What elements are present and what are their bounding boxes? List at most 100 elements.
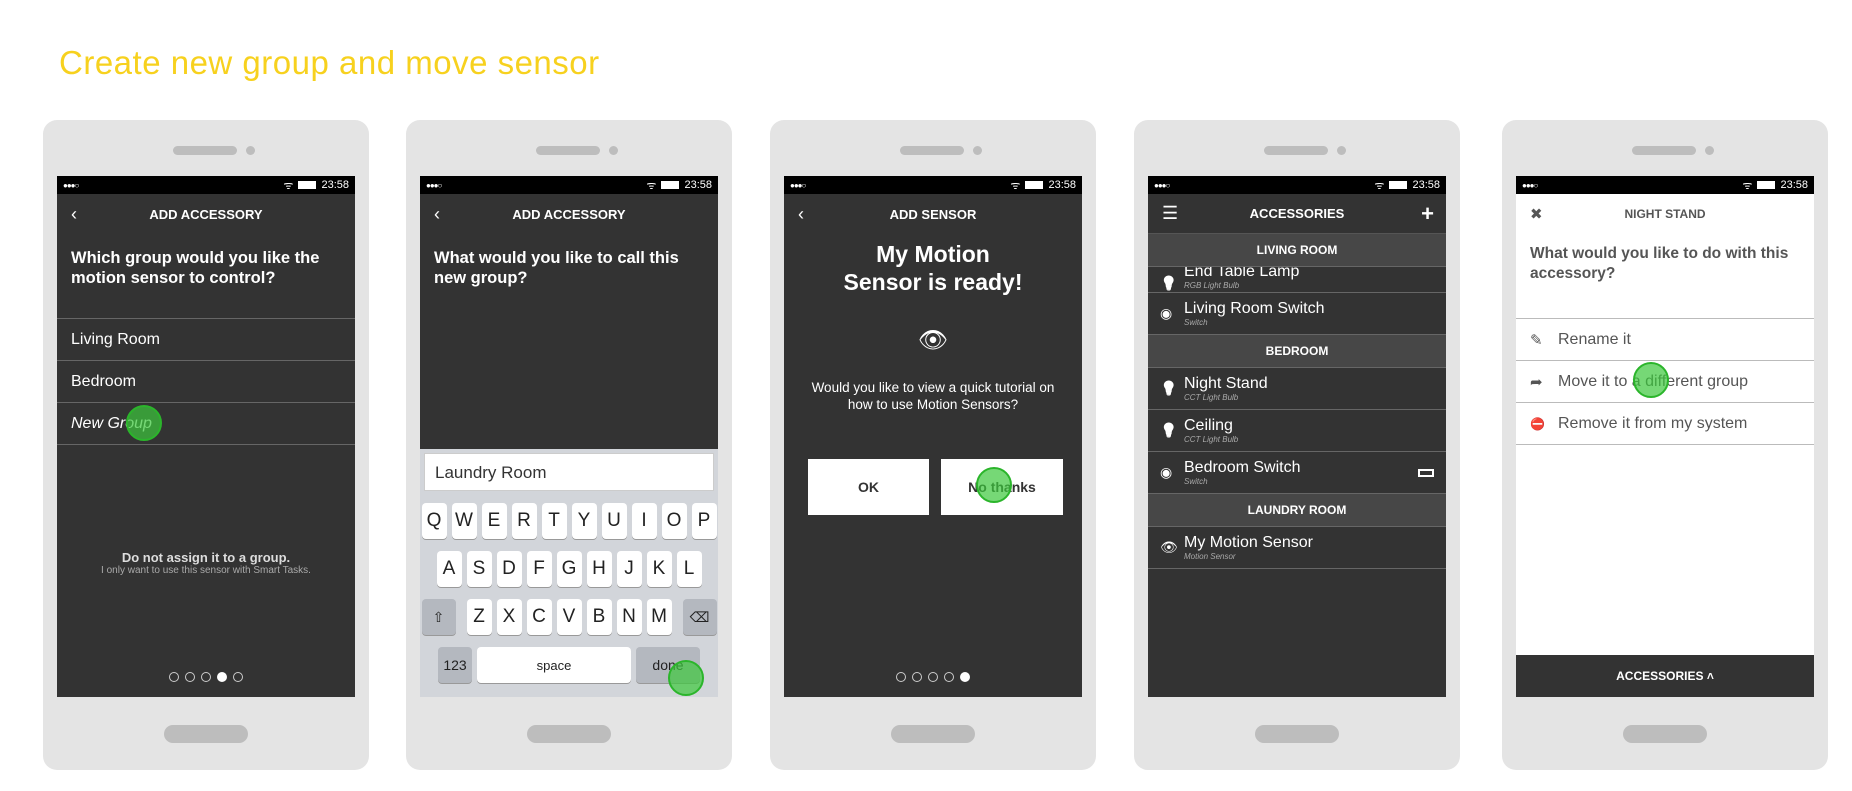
back-icon[interactable]: ‹ <box>71 204 77 225</box>
key[interactable]: U <box>601 503 627 539</box>
add-icon[interactable]: + <box>1421 201 1434 227</box>
rename-option[interactable]: ✎ Rename it <box>1516 319 1814 361</box>
accessory-row[interactable]: ◉ Bedroom Switch Switch <box>1148 452 1446 494</box>
group-name-input[interactable]: Laundry Room <box>424 453 714 491</box>
accessory-list: LIVING ROOM 💡 End Table Lamp RGB Light Bulb… <box>1148 234 1446 569</box>
accessories-footer-button[interactable]: ACCESSORIES ˄ <box>1516 655 1814 697</box>
eye-icon: 👁 <box>1160 539 1178 555</box>
battery-icon <box>298 181 317 189</box>
battery-icon <box>1389 181 1408 189</box>
group-header: LAUNDRY ROOM <box>1148 494 1446 527</box>
option-living-room[interactable]: Living Room <box>57 319 355 361</box>
key[interactable]: K <box>646 551 672 587</box>
menu-icon[interactable]: ☰ <box>1162 203 1178 224</box>
option-new-group[interactable]: New Group <box>57 403 355 445</box>
no-group-title: Do not assign it to a group. <box>121 550 291 565</box>
wifi-icon: ᯤ <box>646 179 657 192</box>
accessory-row[interactable]: 💡 End Table Lamp RGB Light Bulb <box>1148 267 1446 293</box>
clock: 23:58 <box>1780 179 1808 191</box>
switch-icon: ◉ <box>1160 464 1173 480</box>
space-key[interactable]: space <box>477 647 631 683</box>
keyboard: Laundry Room QWERTYUIOP ASDFGHJKL ⇧ Z X C V B… <box>420 449 718 697</box>
header-title: ADD SENSOR <box>889 206 977 222</box>
ok-button[interactable]: OK <box>808 459 929 515</box>
home-button <box>1255 725 1339 743</box>
key[interactable]: M <box>646 599 672 635</box>
key[interactable]: W <box>451 503 477 539</box>
key[interactable]: D <box>496 551 522 587</box>
clock: 23:58 <box>684 179 712 191</box>
minus-circle-icon: ⛔ <box>1530 416 1545 431</box>
status-bar: ●●●○ ᯤ 23:58 <box>57 176 355 194</box>
question: Which group would you like the motion se… <box>71 249 320 287</box>
tap-indicator <box>126 405 162 441</box>
key[interactable]: C <box>526 599 552 635</box>
accessory-name: My Motion Sensor <box>1184 534 1313 551</box>
shift-key[interactable]: ⇧ <box>421 599 456 635</box>
wifi-icon: ᯤ <box>1010 179 1021 192</box>
header-title: ACCESSORIES <box>1249 206 1345 221</box>
group-header: BEDROOM <box>1148 335 1446 368</box>
key[interactable]: N <box>616 599 642 635</box>
switch-icon: ◉ <box>1160 305 1173 321</box>
screen-accessory-options: ●●●○ ᯤ 23:58 ✖ NIGHT STAND What would you l… <box>1516 176 1814 697</box>
key[interactable]: E <box>481 503 507 539</box>
back-icon[interactable]: ‹ <box>798 204 804 225</box>
key[interactable]: F <box>526 551 552 587</box>
key[interactable]: A <box>436 551 462 587</box>
key[interactable]: B <box>586 599 612 635</box>
screen-accessories: ●●●○ ᯤ 23:58 ☰ ACCESSORIES + LIVING ROOM 💡 End… <box>1148 176 1446 697</box>
key[interactable]: I <box>631 503 657 539</box>
option-label: Rename it <box>1558 330 1631 348</box>
bulb-icon: 💡 <box>1160 275 1178 291</box>
accessory-row[interactable]: 💡 Night Stand CCT Light Bulb <box>1148 368 1446 410</box>
bulb-icon: 💡 <box>1160 380 1178 396</box>
key[interactable]: R <box>511 503 537 539</box>
accessory-row[interactable]: 💡 Ceiling CCT Light Bulb <box>1148 410 1446 452</box>
camera <box>973 146 982 155</box>
tap-indicator <box>976 467 1012 503</box>
option-bedroom[interactable]: Bedroom <box>57 361 355 403</box>
key[interactable]: Z <box>466 599 492 635</box>
clock: 23:58 <box>1412 179 1440 191</box>
key[interactable]: Y <box>571 503 597 539</box>
key[interactable]: P <box>691 503 717 539</box>
home-button <box>891 725 975 743</box>
speaker <box>1264 146 1328 155</box>
signal-icon: ●●●○ <box>63 180 79 190</box>
back-icon[interactable]: ‹ <box>434 204 440 225</box>
key[interactable]: O <box>661 503 687 539</box>
phone-3: ●●●○ ᯤ 23:58 ‹ ADD SENSOR My Motion Sensor … <box>770 120 1096 770</box>
remove-option[interactable]: ⛔ Remove it from my system <box>1516 403 1814 445</box>
camera <box>246 146 255 155</box>
key[interactable]: X <box>496 599 522 635</box>
page-title: Create new group and move sensor <box>59 44 600 81</box>
camera <box>609 146 618 155</box>
key[interactable]: H <box>586 551 612 587</box>
key[interactable]: J <box>616 551 642 587</box>
signal-icon: ●●●○ <box>790 180 806 190</box>
tutorial-text: Would you like to view a quick tutorial … <box>811 380 1055 412</box>
eye-icon: 👁 <box>917 327 949 354</box>
numbers-key[interactable]: 123 <box>438 647 472 683</box>
key[interactable]: V <box>556 599 582 635</box>
status-bar: ●●●○ ᯤ 23:58 <box>1148 176 1446 194</box>
no-group-option[interactable]: Do not assign it to a group. I only want… <box>57 550 355 576</box>
home-button <box>1623 725 1707 743</box>
accessory-row[interactable]: ◉ Living Room Switch Switch <box>1148 293 1446 335</box>
screen-select-group: ●●●○ ᯤ 23:58 ‹ ADD ACCESSORY Which group wo… <box>57 176 355 697</box>
accessory-type: Motion Sensor <box>1184 552 1236 561</box>
key[interactable]: Q <box>421 503 447 539</box>
phone-5: ●●●○ ᯤ 23:58 ✖ NIGHT STAND What would you l… <box>1502 120 1828 770</box>
question: What would you like to do with this acce… <box>1530 245 1789 282</box>
key[interactable]: G <box>556 551 582 587</box>
accessory-type: RGB Light Bulb <box>1184 281 1240 290</box>
key[interactable]: S <box>466 551 492 587</box>
accessory-row[interactable]: 👁 My Motion Sensor Motion Sensor <box>1148 527 1446 569</box>
camera <box>1337 146 1346 155</box>
speaker <box>173 146 237 155</box>
close-icon[interactable]: ✖ <box>1530 205 1543 223</box>
delete-key[interactable]: ⌫ <box>682 599 717 635</box>
key[interactable]: L <box>676 551 702 587</box>
key[interactable]: T <box>541 503 567 539</box>
